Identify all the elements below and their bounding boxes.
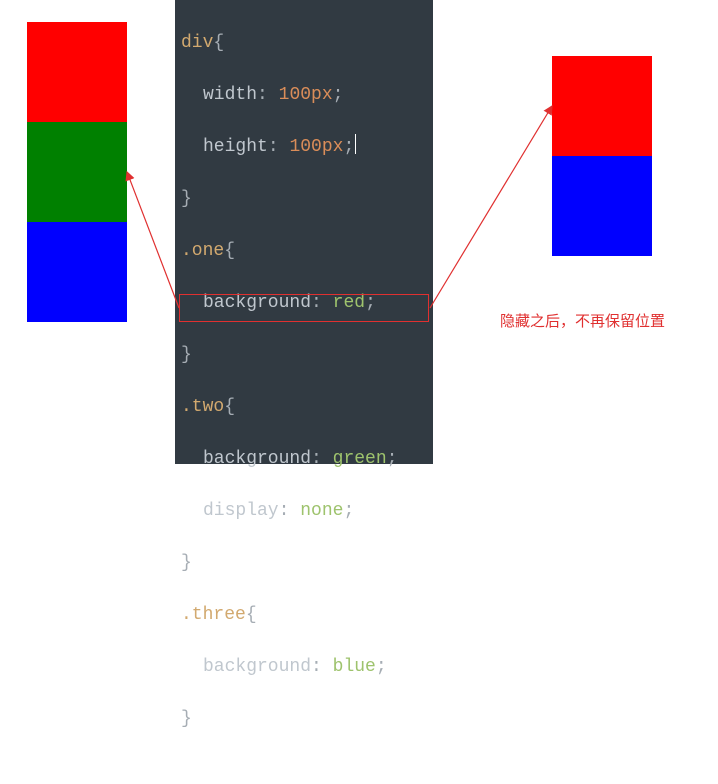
right-box-blue (552, 156, 652, 256)
val-none: none (300, 501, 343, 521)
val-width: 100 (279, 85, 311, 105)
code-line-8: .two{ (181, 394, 427, 420)
val-blue: blue (333, 657, 376, 677)
arrow-right (430, 106, 552, 308)
code-line-12: .three{ (181, 602, 427, 628)
arrow-left (127, 172, 179, 308)
code-line-1: div{ (181, 30, 427, 56)
text-cursor (355, 134, 356, 154)
left-box-blue (27, 222, 127, 322)
brace-open: { (213, 33, 224, 53)
selector-one: .one (181, 241, 224, 261)
code-line-7: } (181, 342, 427, 368)
right-box-red (552, 56, 652, 156)
val-red: red (333, 293, 365, 313)
prop-display: display (203, 501, 279, 521)
code-line-14: } (181, 706, 427, 732)
prop-width: width (203, 85, 257, 105)
code-line-10: display: none; (181, 498, 427, 524)
code-line-6: background: red; (181, 290, 427, 316)
selector-div: div (181, 33, 213, 53)
code-line-4: } (181, 186, 427, 212)
annotation-text: 隐藏之后，不再保留位置 (500, 310, 665, 331)
code-editor: div{ width: 100px; height: 100px; } .one… (175, 0, 433, 464)
val-green: green (333, 449, 387, 469)
selector-three: .three (181, 605, 246, 625)
prop-height: height (203, 137, 268, 157)
left-box-green (27, 122, 127, 222)
left-box-stack (27, 22, 127, 322)
code-line-13: background: blue; (181, 654, 427, 680)
val-height: 100 (289, 137, 321, 157)
left-box-red (27, 22, 127, 122)
code-line-5: .one{ (181, 238, 427, 264)
code-line-2: width: 100px; (181, 82, 427, 108)
code-line-11: } (181, 550, 427, 576)
code-line-3: height: 100px; (181, 134, 427, 160)
right-box-stack (552, 56, 652, 256)
code-line-9: background: green; (181, 446, 427, 472)
selector-two: .two (181, 397, 224, 417)
